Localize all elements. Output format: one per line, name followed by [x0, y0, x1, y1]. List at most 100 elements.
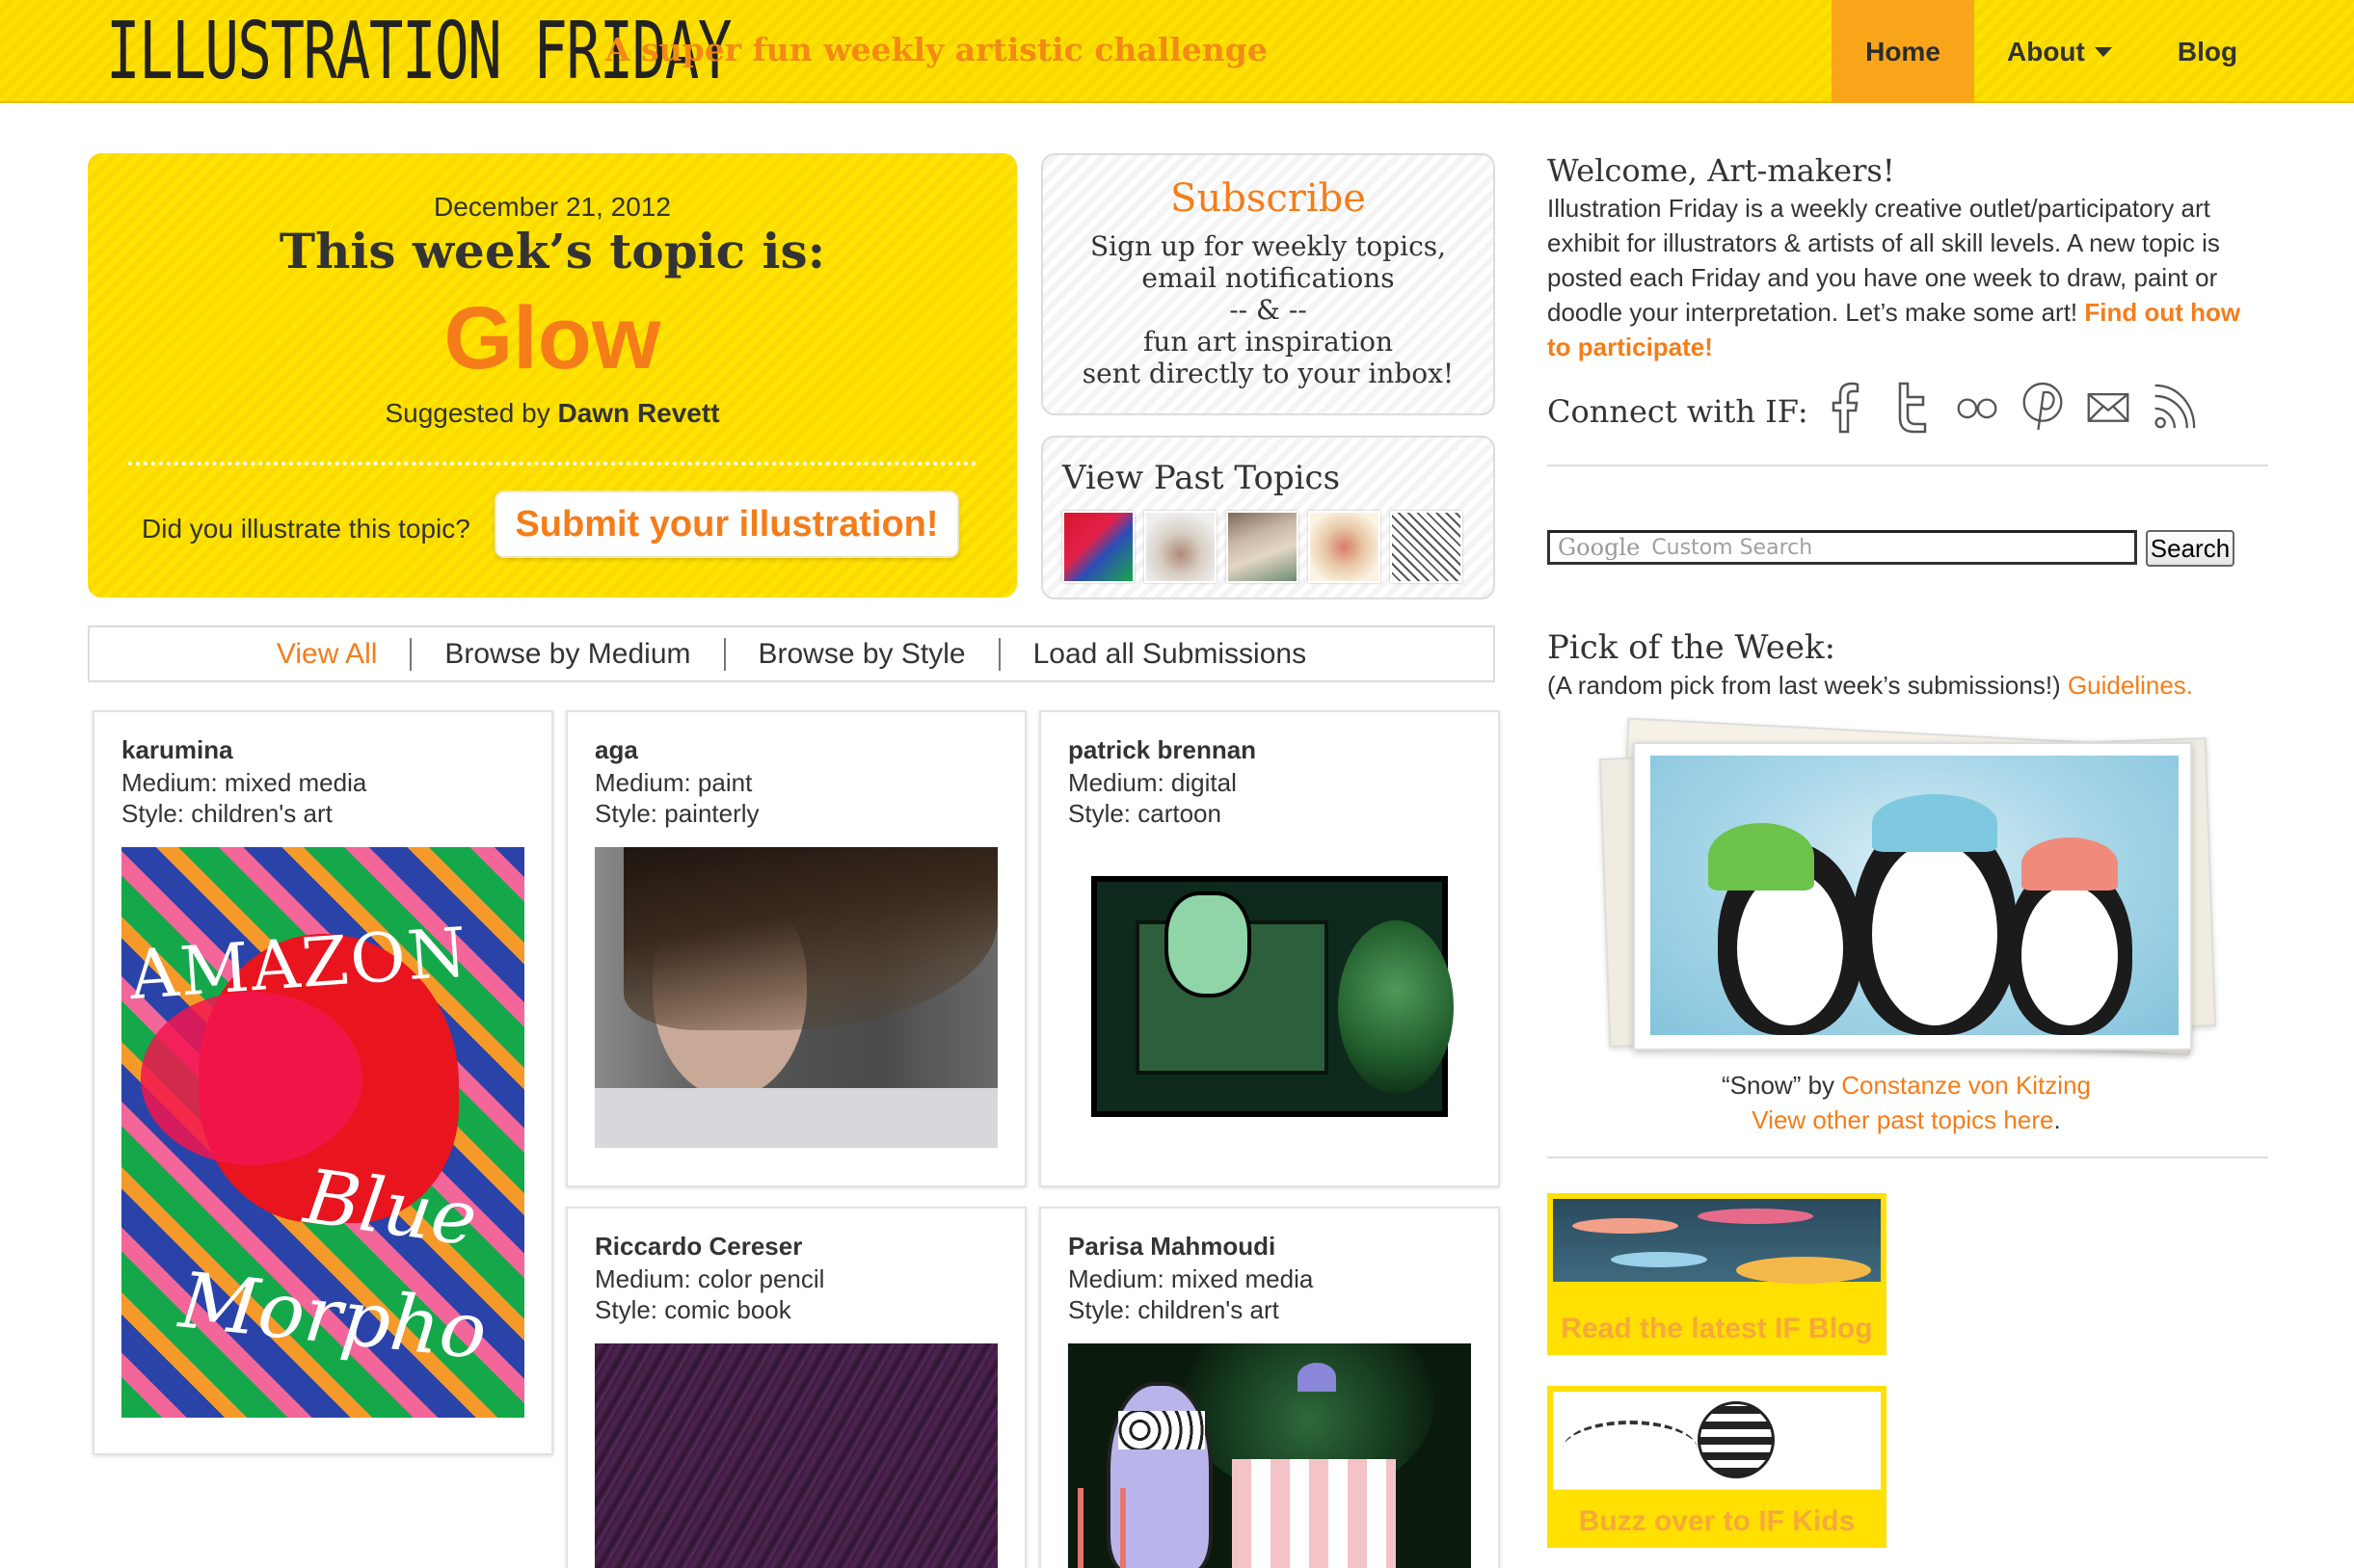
photo-frame: [1633, 742, 2192, 1050]
submission-card[interactable]: patrick brennan Medium: digital Style: c…: [1039, 710, 1500, 1187]
flickr-icon[interactable]: [1955, 378, 1999, 436]
past-topic-thumbnail[interactable]: [1144, 511, 1217, 583]
art-fish: [1736, 1257, 1871, 1284]
google-logo: Google: [1558, 534, 1641, 561]
past-topics-title[interactable]: View Past Topics: [1062, 459, 1340, 497]
submission-artist[interactable]: patrick brennan: [1068, 735, 1256, 765]
subscribe-panel[interactable]: Subscribe Sign up for weekly topics, ema…: [1041, 153, 1495, 415]
email-icon[interactable]: [2086, 378, 2130, 436]
pick-of-week-image: [1650, 756, 2179, 1035]
if-blog-banner-label: Read the latest IF Blog: [1561, 1313, 1873, 1344]
subscribe-line: sent directly to your inbox!: [1082, 358, 1455, 389]
nav-blog[interactable]: Blog: [2145, 0, 2270, 103]
suggested-prefix: Suggested by: [385, 398, 550, 428]
subscribe-line: email notifications: [1141, 262, 1395, 294]
submission-filter-bar: View All Browse by Medium Browse by Styl…: [88, 625, 1495, 682]
pick-of-week-subtitle: (A random pick from last week’s submissi…: [1547, 671, 2193, 701]
caption-period: .: [2053, 1105, 2061, 1134]
bee-icon: [1698, 1401, 1775, 1478]
submission-image[interactable]: AMAZON Blue Morpho: [121, 847, 524, 1418]
nav-about[interactable]: About: [1974, 0, 2145, 103]
submission-style: Style: children's art: [121, 799, 333, 828]
submission-medium: Medium: mixed media: [121, 768, 367, 797]
submission-image[interactable]: [1068, 1343, 1471, 1568]
subscribe-text: Sign up for weekly topics, email notific…: [1043, 230, 1493, 389]
nav-home[interactable]: Home: [1832, 0, 1974, 103]
site-header: ILLUSTRATION FRIDAY A super fun weekly a…: [0, 0, 2354, 103]
submission-artist[interactable]: aga: [595, 735, 638, 765]
submission-image[interactable]: [595, 1343, 998, 1568]
filter-browse-style[interactable]: Browse by Style: [726, 638, 999, 671]
past-topic-thumbnail[interactable]: [1062, 511, 1135, 583]
caption-title: “Snow” by: [1722, 1071, 1835, 1100]
submission-card[interactable]: Parisa Mahmoudi Medium: mixed media Styl…: [1039, 1207, 1500, 1568]
if-kids-banner[interactable]: Buzz over to IF Kids: [1547, 1386, 1886, 1548]
submission-card[interactable]: karumina Medium: mixed media Style: chil…: [93, 710, 553, 1455]
art-lettering: Morpho: [175, 1255, 492, 1377]
submission-style: Style: children's art: [1068, 1295, 1279, 1324]
art-portrait-hair: [624, 847, 998, 1030]
subscribe-line: fun art inspiration: [1143, 326, 1393, 358]
art-chair: [1078, 1488, 1126, 1568]
search-button[interactable]: Search: [2146, 530, 2234, 567]
submission-style: Style: cartoon: [1068, 799, 1221, 828]
search-input[interactable]: Google Custom Search: [1547, 530, 2137, 565]
nav-about-label: About: [2007, 36, 2085, 66]
submission-style: Style: comic book: [595, 1295, 791, 1324]
art-table: [1232, 1459, 1396, 1568]
past-topics-link[interactable]: View other past topics here: [1752, 1105, 2053, 1134]
guidelines-link[interactable]: Guidelines.: [2068, 671, 2193, 700]
past-topic-thumbnail[interactable]: [1226, 511, 1298, 583]
submission-image[interactable]: [1068, 847, 1471, 1148]
topic-word: Glow: [443, 289, 661, 387]
topic-heading: This week’s topic is:: [279, 223, 826, 279]
art-penguin-belly: [2021, 886, 2118, 1025]
art-bee-trail: [1563, 1421, 1698, 1478]
past-topics-thumbnails: [1062, 511, 1462, 583]
art-figure-face: [141, 992, 362, 1165]
sidebar-divider: [1547, 465, 2268, 466]
submission-medium: Medium: digital: [1068, 768, 1237, 797]
art-cartoon-frame: [1091, 876, 1454, 1117]
site-tagline: A super fun weekly artistic challenge: [605, 31, 1268, 68]
weekly-topic-panel: December 21, 2012 This week’s topic is: …: [88, 153, 1017, 598]
past-topic-thumbnail[interactable]: [1308, 511, 1380, 583]
subscribe-line: -- & --: [1229, 294, 1307, 326]
twitter-icon[interactable]: [1889, 378, 1934, 436]
submission-medium: Medium: mixed media: [1068, 1264, 1314, 1293]
welcome-title: Welcome, Art-makers!: [1547, 152, 1895, 189]
submission-artist[interactable]: Parisa Mahmoudi: [1068, 1232, 1275, 1262]
facebook-icon[interactable]: [1824, 378, 1868, 436]
if-blog-banner[interactable]: Read the latest IF Blog: [1547, 1193, 1886, 1355]
past-topics-panel: View Past Topics: [1041, 436, 1495, 599]
caption-artist-link[interactable]: Constanze von Kitzing: [1841, 1071, 2091, 1100]
filter-load-all[interactable]: Load all Submissions: [1001, 638, 1340, 671]
nav-blog-label: Blog: [2177, 36, 2238, 66]
submission-style: Style: painterly: [595, 799, 760, 828]
art-penguin-hat: [2021, 837, 2118, 890]
welcome-text: Illustration Friday is a weekly creative…: [1547, 191, 2265, 364]
art-penguin-hat: [1708, 823, 1814, 890]
rss-icon[interactable]: [2152, 378, 2196, 436]
caption-line-1: “Snow” by Constanze von Kitzing: [1547, 1068, 2265, 1103]
caption-line-2: View other past topics here.: [1547, 1103, 2265, 1137]
submission-artist[interactable]: karumina: [121, 735, 233, 765]
subscribe-title[interactable]: Subscribe: [1043, 176, 1493, 221]
art-cartoon-figure: [1164, 891, 1251, 997]
sidebar-divider: [1547, 1156, 2268, 1158]
submit-illustration-button[interactable]: Submit your illustration!: [495, 491, 959, 558]
submission-card[interactable]: Riccardo Cereser Medium: color pencil St…: [566, 1207, 1027, 1568]
filter-browse-medium[interactable]: Browse by Medium: [412, 638, 723, 671]
art-lamp: [1297, 1363, 1336, 1392]
pick-of-week-photo[interactable]: [1598, 713, 2217, 1060]
submission-card[interactable]: aga Medium: paint Style: painterly: [566, 710, 1027, 1187]
topic-divider: [128, 462, 976, 465]
pinterest-icon[interactable]: [2020, 378, 2065, 436]
topic-date: December 21, 2012: [434, 192, 671, 222]
art-penguin-hat: [1872, 794, 1997, 852]
submission-image[interactable]: [595, 847, 998, 1148]
past-topic-thumbnail[interactable]: [1390, 511, 1462, 583]
pick-description: (A random pick from last week’s submissi…: [1547, 671, 2061, 700]
submission-artist[interactable]: Riccardo Cereser: [595, 1232, 802, 1262]
filter-view-all[interactable]: View All: [244, 638, 411, 671]
